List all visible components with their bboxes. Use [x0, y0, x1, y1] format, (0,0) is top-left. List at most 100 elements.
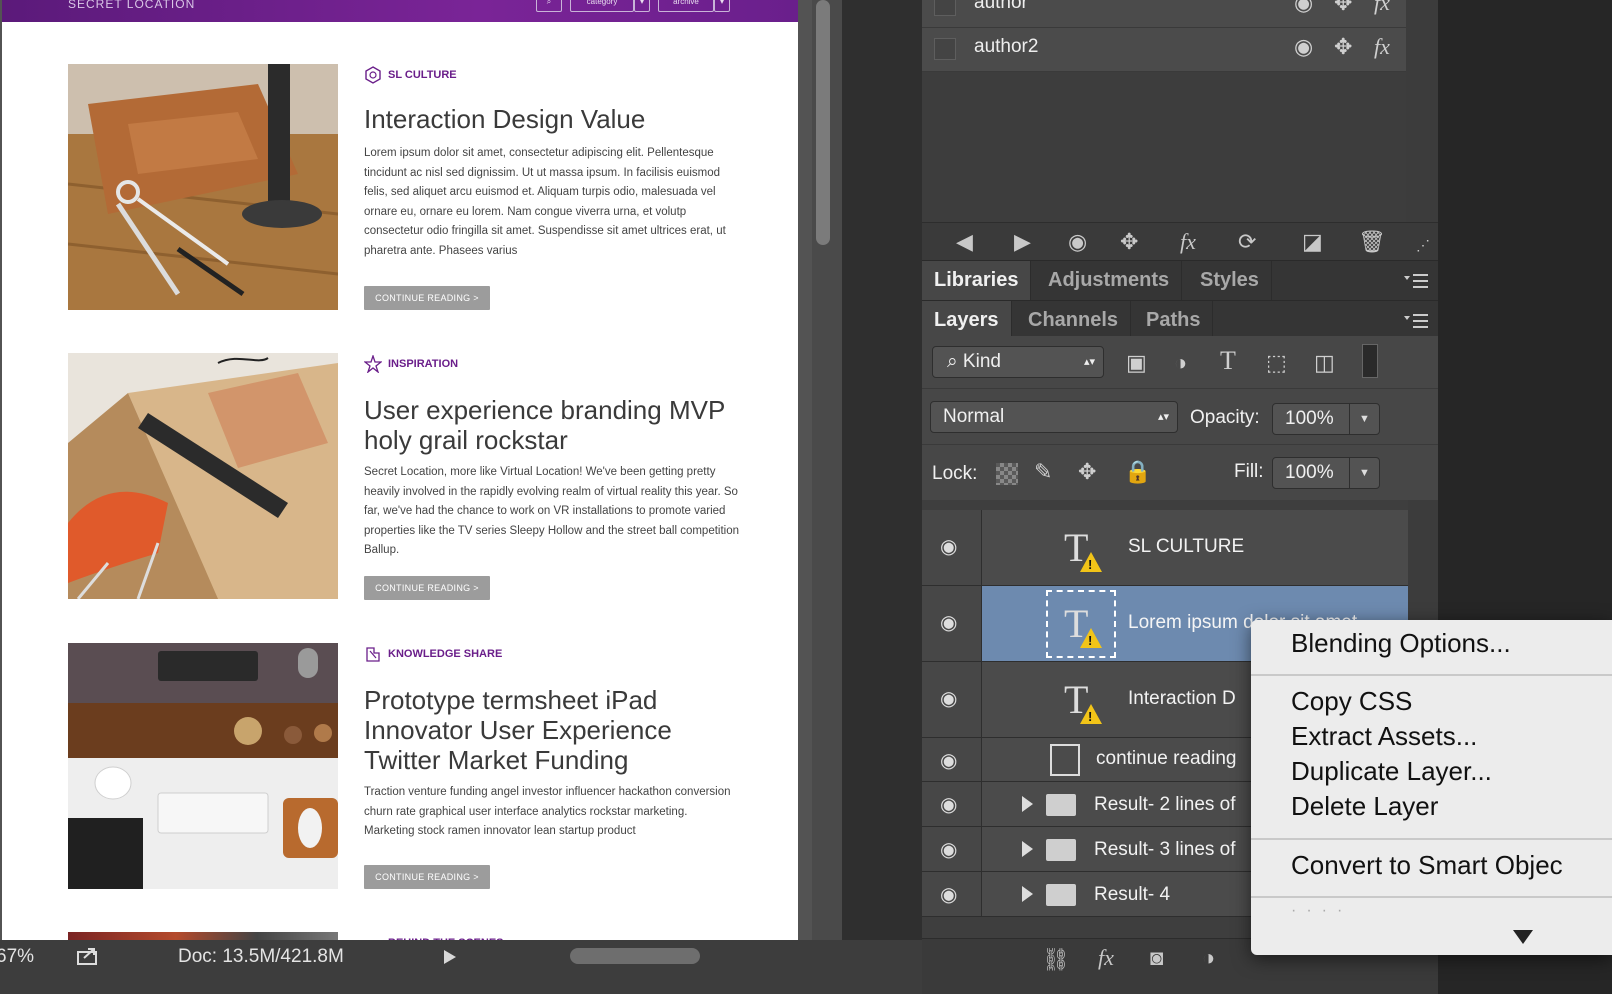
chevron-down-icon[interactable]: ▼	[1349, 458, 1379, 488]
category-label: INSPIRATION	[388, 358, 459, 370]
filter-kind-select[interactable]: ⌕ Kind ▴▾	[932, 346, 1104, 378]
trash-icon[interactable]: 🗑	[1358, 229, 1386, 255]
style-row[interactable]: author ◉ ✥ fx	[922, 0, 1406, 28]
canvas-area[interactable]: SECRET LOCATION ⌕ category ▾ archive ▾ S…	[0, 0, 812, 967]
article-title[interactable]: Interaction Design Value	[364, 104, 744, 134]
fx-icon[interactable]: fx	[1374, 34, 1390, 60]
style-label: author	[974, 0, 1028, 13]
category-tag[interactable]: INSPIRATION	[364, 353, 458, 375]
eye-icon[interactable]: ◉	[1294, 34, 1313, 60]
expand-arrow-icon[interactable]	[1022, 796, 1033, 812]
chevron-down-icon[interactable]: ▾	[714, 0, 730, 12]
share-icon[interactable]	[76, 946, 100, 966]
eye-icon[interactable]: ◉	[940, 686, 957, 711]
eye-icon[interactable]: ◉	[940, 882, 957, 907]
expand-arrow-icon[interactable]	[1022, 841, 1033, 857]
document-canvas[interactable]: SECRET LOCATION ⌕ category ▾ archive ▾ S…	[2, 0, 798, 967]
tab-paths[interactable]: Paths	[1134, 301, 1214, 341]
continue-reading-button[interactable]: CONTINUE READING >	[364, 865, 490, 889]
resize-grip-icon[interactable]: ⋰	[1416, 237, 1430, 254]
layer-name[interactable]: SL CULTURE	[1128, 536, 1244, 558]
eye-icon[interactable]: ◉	[940, 837, 957, 862]
next-icon[interactable]: ▶	[1014, 229, 1031, 255]
styles-toolbar: ◀ ▶ ◉ ✥ fx ⟳ ◪ 🗑 ⋰	[922, 222, 1438, 260]
visibility-icon[interactable]: ◉	[1068, 229, 1087, 255]
shape-layer-filter-icon[interactable]: ⬚	[1266, 350, 1287, 376]
scroll-down-arrow-icon[interactable]	[1513, 930, 1533, 944]
menu-item-delete-layer[interactable]: Delete Layer	[1291, 791, 1438, 822]
layer-row[interactable]: ◉ T ! SL CULTURE	[922, 510, 1408, 586]
tab-adjustments[interactable]: Adjustments	[1036, 261, 1183, 301]
panel-menu-icon[interactable]	[1404, 313, 1428, 329]
canvas-horizontal-scrollbar[interactable]	[570, 948, 700, 964]
style-checkbox[interactable]	[934, 0, 956, 16]
panel-menu-icon[interactable]	[1404, 273, 1428, 289]
eye-icon[interactable]: ◉	[940, 792, 957, 817]
mask-icon[interactable]: ◙	[1150, 945, 1163, 971]
eye-icon[interactable]: ◉	[940, 748, 957, 773]
lock-pixels-icon[interactable]: ✎	[1034, 459, 1052, 485]
panel-tabs-top: Libraries Adjustments Styles	[922, 260, 1438, 301]
document-size[interactable]: Doc: 13.5M/421.8M	[178, 946, 344, 968]
menu-item-extract-assets[interactable]: Extract Assets...	[1291, 721, 1477, 752]
expand-arrow-icon[interactable]	[1022, 886, 1033, 902]
refresh-icon[interactable]: ⟳	[1238, 229, 1256, 255]
blend-row: Normal ▴▾ Opacity: 100% ▼	[922, 388, 1438, 444]
new-style-icon[interactable]: ◪	[1302, 229, 1323, 255]
category-tag[interactable]: KNOWLEDGE SHARE	[364, 643, 502, 665]
fx-icon[interactable]: fx	[1374, 0, 1390, 16]
style-row[interactable]: author2 ◉ ✥ fx	[922, 28, 1406, 72]
opacity-field[interactable]: 100% ▼	[1272, 403, 1380, 435]
tab-layers[interactable]: Layers	[922, 301, 1012, 341]
category-dropdown[interactable]: category	[570, 0, 634, 12]
blend-mode-select[interactable]: Normal ▴▾	[930, 401, 1178, 433]
layer-name[interactable]: Interaction D	[1128, 688, 1236, 710]
style-checkbox[interactable]	[934, 38, 956, 60]
adjustment-icon[interactable]: ◑	[1202, 945, 1215, 971]
play-icon[interactable]	[444, 950, 456, 964]
article-excerpt: Secret Location, more like Virtual Locat…	[364, 466, 740, 556]
eye-icon[interactable]: ◉	[940, 534, 957, 559]
chevron-down-icon[interactable]: ▼	[1349, 404, 1379, 434]
tab-channels[interactable]: Channels	[1016, 301, 1132, 341]
link-icon[interactable]: ⛓	[1042, 947, 1070, 973]
type-layer-filter-icon[interactable]: T	[1220, 346, 1236, 376]
move-icon[interactable]: ✥	[1334, 0, 1352, 16]
menu-item-duplicate-layer[interactable]: Duplicate Layer...	[1291, 756, 1492, 787]
pixel-layer-filter-icon[interactable]: ▣	[1126, 350, 1147, 376]
zoom-level[interactable]: 67%	[0, 946, 34, 968]
eye-icon[interactable]: ◉	[1294, 0, 1313, 16]
continue-reading-button[interactable]: CONTINUE READING >	[364, 576, 490, 600]
menu-item-blending-options[interactable]: Blending Options...	[1291, 628, 1511, 659]
article-title[interactable]: User experience branding MVP holy grail …	[364, 395, 744, 455]
lock-all-icon[interactable]: 🔒	[1124, 459, 1151, 485]
scrollbar-thumb[interactable]	[816, 0, 830, 245]
archive-dropdown[interactable]: archive	[658, 0, 714, 12]
fill-field[interactable]: 100% ▼	[1272, 457, 1380, 489]
smart-object-filter-icon[interactable]: ◫	[1314, 350, 1335, 376]
chevron-down-icon[interactable]: ▾	[634, 0, 650, 12]
continue-reading-button[interactable]: CONTINUE READING >	[364, 286, 490, 310]
tab-styles[interactable]: Styles	[1188, 261, 1272, 301]
move-icon[interactable]: ✥	[1334, 34, 1352, 60]
previous-icon[interactable]: ◀	[956, 229, 973, 255]
filter-toggle-icon[interactable]	[1362, 344, 1378, 378]
search-icon[interactable]: ⌕	[536, 0, 562, 12]
lock-transparency-icon[interactable]	[996, 463, 1018, 485]
fx-icon[interactable]: fx	[1180, 229, 1196, 255]
tab-libraries[interactable]: Libraries	[922, 261, 1032, 301]
lock-position-icon[interactable]: ✥	[1078, 459, 1096, 485]
layer-name[interactable]: Result- 4	[1094, 884, 1170, 906]
move-icon[interactable]: ✥	[1120, 229, 1138, 255]
layer-name[interactable]: Result- 3 lines of	[1094, 839, 1236, 861]
article-title[interactable]: Prototype termsheet iPad Innovator User …	[364, 685, 744, 775]
fx-icon[interactable]: fx	[1098, 945, 1114, 971]
lock-row: Lock: ✎ ✥ 🔒 Fill: 100% ▼	[922, 444, 1438, 500]
menu-item-copy-css[interactable]: Copy CSS	[1291, 686, 1412, 717]
adjustment-layer-filter-icon[interactable]: ◑	[1174, 350, 1187, 376]
category-tag[interactable]: SL CULTURE	[364, 64, 457, 86]
layer-name[interactable]: Result- 2 lines of	[1094, 794, 1236, 816]
eye-icon[interactable]: ◉	[940, 610, 957, 635]
menu-item-convert-smart-object[interactable]: Convert to Smart Objec	[1291, 850, 1563, 881]
layer-name[interactable]: continue reading	[1096, 748, 1237, 770]
